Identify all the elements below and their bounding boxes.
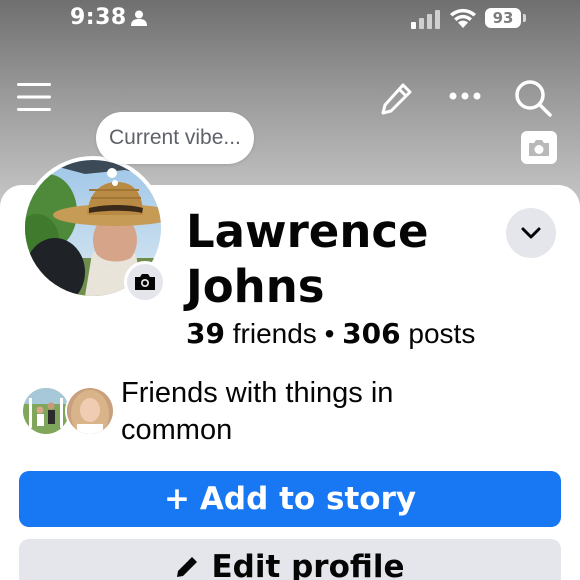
note-bubble[interactable]: Current vibe... bbox=[96, 112, 254, 164]
posts-label: posts bbox=[408, 318, 476, 349]
friends-label[interactable]: friends bbox=[233, 318, 317, 349]
cellular-signal-icon bbox=[411, 10, 440, 29]
posts-count: 306 bbox=[342, 317, 401, 350]
mutual-friends-avatars[interactable] bbox=[21, 386, 117, 438]
counts-separator: • bbox=[324, 318, 335, 349]
add-to-story-label: Add to story bbox=[199, 481, 417, 517]
plus-icon: + bbox=[163, 481, 190, 517]
hamburger-menu-icon[interactable] bbox=[17, 82, 51, 112]
more-dots-icon[interactable] bbox=[448, 90, 482, 102]
profile-name: Lawrence Johns bbox=[186, 205, 429, 313]
profile-counts: 39 friends • 306 posts bbox=[186, 317, 475, 350]
edit-profile-picture-button[interactable] bbox=[124, 261, 166, 303]
person-icon bbox=[131, 10, 147, 26]
note-bubble-tail bbox=[107, 168, 117, 178]
edit-profile-label: Edit profile bbox=[211, 549, 405, 580]
edit-cover-camera-button[interactable] bbox=[521, 131, 557, 164]
status-bar: 9:38 93 bbox=[0, 0, 580, 40]
battery-icon: 93 bbox=[485, 8, 521, 28]
mutual-friend-avatar bbox=[21, 386, 71, 436]
pencil-icon bbox=[177, 557, 198, 577]
battery-cap bbox=[523, 14, 526, 22]
mutual-friends-text[interactable]: Friends with things in common bbox=[121, 375, 441, 449]
camera-icon bbox=[529, 139, 549, 156]
search-icon[interactable] bbox=[513, 78, 553, 118]
friends-count: 39 bbox=[186, 317, 225, 350]
pencil-icon[interactable] bbox=[379, 80, 415, 116]
mutual-friend-avatar bbox=[65, 386, 115, 436]
edit-profile-button[interactable]: Edit profile bbox=[19, 539, 561, 580]
camera-icon bbox=[135, 274, 155, 290]
note-bubble-tail-dot bbox=[112, 180, 118, 186]
status-time: 9:38 bbox=[70, 5, 127, 30]
wifi-icon bbox=[450, 8, 476, 28]
chevron-down-icon bbox=[521, 227, 541, 239]
profile-options-button[interactable] bbox=[506, 208, 556, 258]
add-to-story-button[interactable]: + Add to story bbox=[19, 471, 561, 527]
